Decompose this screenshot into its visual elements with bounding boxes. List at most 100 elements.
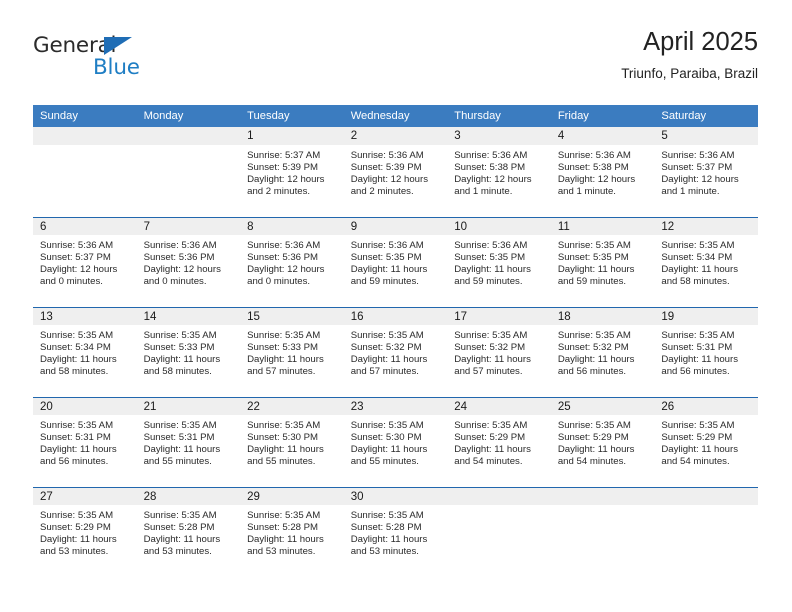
day-cell-inner xyxy=(550,487,655,577)
calendar-day-cell[interactable]: 30 Sunrise: 5:35 AM Sunset: 5:28 PM Dayligh… xyxy=(343,487,448,577)
calendar-day-cell[interactable]: 4 Sunrise: 5:36 AM Sunset: 5:38 PM Daylight… xyxy=(550,127,655,217)
sunset-time: Sunset: 5:39 PM xyxy=(350,162,422,174)
day-cell-inner: 21 Sunrise: 5:35 AM Sunset: 5:31 PM Dayligh… xyxy=(136,397,241,487)
calendar-day-cell[interactable]: 7 Sunrise: 5:36 AM Sunset: 5:36 PM Daylight… xyxy=(136,217,241,307)
calendar-day-cell[interactable]: 1 Sunrise: 5:37 AM Sunset: 5:39 PM Daylight… xyxy=(240,127,344,217)
page-header: General Blue April 2025 Triunfo, Paraiba… xyxy=(33,26,758,100)
calendar-day-cell[interactable]: 9 Sunrise: 5:36 AM Sunset: 5:35 PM Daylight… xyxy=(343,217,448,307)
day-cell-inner: 27 Sunrise: 5:35 AM Sunset: 5:29 PM Dayligh… xyxy=(33,487,137,577)
day-details: Sunrise: 5:35 AM Sunset: 5:29 PM Daylight:… xyxy=(447,415,551,468)
calendar-day-cell[interactable]: 22 Sunrise: 5:35 AM Sunset: 5:30 PM Dayligh… xyxy=(240,397,344,487)
day-cell-inner xyxy=(654,487,758,577)
calendar-day-cell[interactable]: 12 Sunrise: 5:35 AM Sunset: 5:34 PM Dayligh… xyxy=(654,217,758,307)
day-cell-inner: 7 Sunrise: 5:36 AM Sunset: 5:36 PM Daylight… xyxy=(136,217,241,307)
calendar-day-cell[interactable]: 5 Sunrise: 5:36 AM Sunset: 5:37 PM Daylight… xyxy=(654,127,758,217)
calendar-day-cell[interactable]: 14 Sunrise: 5:35 AM Sunset: 5:33 PM Dayligh… xyxy=(136,307,241,397)
calendar-day-cell[interactable]: 8 Sunrise: 5:36 AM Sunset: 5:36 PM Daylight… xyxy=(240,217,344,307)
daylight-duration-line2: and 57 minutes. xyxy=(247,366,316,378)
daylight-duration-line2: and 1 minute. xyxy=(557,186,616,198)
daylight-duration-line1: Daylight: 11 hours xyxy=(247,354,324,366)
calendar-day-cell[interactable]: 6 Sunrise: 5:36 AM Sunset: 5:37 PM Daylight… xyxy=(33,217,137,307)
calendar-day-cell[interactable]: 25 Sunrise: 5:35 AM Sunset: 5:29 PM Dayligh… xyxy=(550,397,655,487)
sunset-time: Sunset: 5:38 PM xyxy=(557,162,629,174)
sunset-time: Sunset: 5:36 PM xyxy=(143,252,215,264)
day-number: 18 xyxy=(550,307,655,325)
day-cell-inner: 2 Sunrise: 5:36 AM Sunset: 5:39 PM Daylight… xyxy=(343,127,448,217)
calendar-page: General Blue April 2025 Triunfo, Paraiba… xyxy=(0,0,792,612)
calendar-day-cell[interactable]: 19 Sunrise: 5:35 AM Sunset: 5:31 PM Dayligh… xyxy=(654,307,758,397)
calendar-day-cell[interactable]: 28 Sunrise: 5:35 AM Sunset: 5:28 PM Dayligh… xyxy=(136,487,241,577)
daylight-duration-line1: Daylight: 11 hours xyxy=(454,444,531,456)
day-number: 7 xyxy=(136,217,241,235)
daylight-duration-line1: Daylight: 12 hours xyxy=(350,174,429,186)
day-details: Sunrise: 5:35 AM Sunset: 5:33 PM Daylight:… xyxy=(137,325,241,378)
sunrise-time: Sunrise: 5:35 AM xyxy=(557,240,631,251)
page-title: April 2025 xyxy=(643,28,758,56)
day-details: Sunrise: 5:35 AM Sunset: 5:33 PM Daylight:… xyxy=(240,325,344,378)
day-number: 30 xyxy=(343,487,448,505)
weekday-header-saturday: Saturday xyxy=(654,105,758,127)
day-number: 1 xyxy=(240,127,344,145)
page-subtitle: Triunfo, Paraiba, Brazil xyxy=(621,66,758,81)
sunrise-time: Sunrise: 5:37 AM xyxy=(247,150,321,161)
day-cell-inner xyxy=(447,487,551,577)
sunrise-time: Sunrise: 5:35 AM xyxy=(557,330,631,341)
calendar-day-cell[interactable]: 15 Sunrise: 5:35 AM Sunset: 5:33 PM Dayligh… xyxy=(240,307,344,397)
sunset-time: Sunset: 5:30 PM xyxy=(350,432,422,444)
calendar-day-cell[interactable]: 27 Sunrise: 5:35 AM Sunset: 5:29 PM Dayligh… xyxy=(33,487,137,577)
sunset-time: Sunset: 5:36 PM xyxy=(247,252,319,264)
sunset-time: Sunset: 5:34 PM xyxy=(40,342,111,354)
day-number xyxy=(447,487,551,505)
daylight-duration-line1: Daylight: 11 hours xyxy=(143,444,221,456)
general-blue-logo[interactable]: General Blue xyxy=(33,33,253,93)
day-cell-inner: 4 Sunrise: 5:36 AM Sunset: 5:38 PM Daylight… xyxy=(550,127,655,217)
day-number: 13 xyxy=(33,307,137,325)
daylight-duration-line2: and 0 minutes. xyxy=(40,276,103,288)
day-cell-inner xyxy=(136,127,241,217)
sunset-time: Sunset: 5:39 PM xyxy=(247,162,319,174)
calendar-empty-cell xyxy=(550,487,655,577)
sunrise-time: Sunrise: 5:36 AM xyxy=(661,150,735,161)
day-number: 8 xyxy=(240,217,344,235)
day-cell-inner: 6 Sunrise: 5:36 AM Sunset: 5:37 PM Daylight… xyxy=(33,217,137,307)
weekday-header-wednesday: Wednesday xyxy=(343,105,448,127)
calendar-day-cell[interactable]: 21 Sunrise: 5:35 AM Sunset: 5:31 PM Dayligh… xyxy=(136,397,241,487)
daylight-duration-line1: Daylight: 11 hours xyxy=(247,534,324,546)
daylight-duration-line2: and 54 minutes. xyxy=(661,456,730,468)
calendar-day-cell[interactable]: 20 Sunrise: 5:35 AM Sunset: 5:31 PM Dayligh… xyxy=(33,397,137,487)
calendar-day-cell[interactable]: 10 Sunrise: 5:36 AM Sunset: 5:35 PM Dayligh… xyxy=(447,217,551,307)
sunrise-time: Sunrise: 5:35 AM xyxy=(40,420,114,431)
calendar-day-cell[interactable]: 29 Sunrise: 5:35 AM Sunset: 5:28 PM Dayligh… xyxy=(240,487,344,577)
day-details: Sunrise: 5:36 AM Sunset: 5:38 PM Daylight:… xyxy=(551,145,655,198)
calendar-day-cell[interactable]: 13 Sunrise: 5:35 AM Sunset: 5:34 PM Dayligh… xyxy=(33,307,137,397)
daylight-duration-line2: and 58 minutes. xyxy=(143,366,212,378)
day-details: Sunrise: 5:35 AM Sunset: 5:28 PM Daylight:… xyxy=(240,505,344,558)
day-number xyxy=(136,127,241,145)
calendar-day-cell[interactable]: 18 Sunrise: 5:35 AM Sunset: 5:32 PM Dayligh… xyxy=(550,307,655,397)
weekday-header-thursday: Thursday xyxy=(447,105,551,127)
day-number: 28 xyxy=(136,487,241,505)
calendar-day-cell[interactable]: 2 Sunrise: 5:36 AM Sunset: 5:39 PM Daylight… xyxy=(343,127,448,217)
day-details: Sunrise: 5:35 AM Sunset: 5:28 PM Daylight:… xyxy=(344,505,448,558)
calendar-empty-cell xyxy=(136,127,241,217)
daylight-duration-line2: and 59 minutes. xyxy=(454,276,523,288)
calendar-day-cell[interactable]: 16 Sunrise: 5:35 AM Sunset: 5:32 PM Dayligh… xyxy=(343,307,448,397)
calendar-day-cell[interactable]: 24 Sunrise: 5:35 AM Sunset: 5:29 PM Dayligh… xyxy=(447,397,551,487)
daylight-duration-line1: Daylight: 11 hours xyxy=(557,264,635,276)
day-details: Sunrise: 5:36 AM Sunset: 5:35 PM Daylight:… xyxy=(447,235,551,288)
calendar-day-cell[interactable]: 3 Sunrise: 5:36 AM Sunset: 5:38 PM Daylight… xyxy=(447,127,551,217)
daylight-duration-line1: Daylight: 11 hours xyxy=(143,354,221,366)
calendar-day-cell[interactable]: 17 Sunrise: 5:35 AM Sunset: 5:32 PM Dayligh… xyxy=(447,307,551,397)
day-cell-inner: 14 Sunrise: 5:35 AM Sunset: 5:33 PM Dayligh… xyxy=(136,307,241,397)
daylight-duration-line2: and 53 minutes. xyxy=(143,546,212,558)
calendar-day-cell[interactable]: 23 Sunrise: 5:35 AM Sunset: 5:30 PM Dayligh… xyxy=(343,397,448,487)
calendar-day-cell[interactable]: 11 Sunrise: 5:35 AM Sunset: 5:35 PM Dayligh… xyxy=(550,217,655,307)
daylight-duration-line1: Daylight: 11 hours xyxy=(350,264,428,276)
sunrise-time: Sunrise: 5:35 AM xyxy=(40,510,114,521)
sunrise-time: Sunrise: 5:35 AM xyxy=(350,420,424,431)
daylight-duration-line1: Daylight: 11 hours xyxy=(247,444,324,456)
day-details: Sunrise: 5:35 AM Sunset: 5:31 PM Daylight:… xyxy=(137,415,241,468)
calendar-day-cell[interactable]: 26 Sunrise: 5:35 AM Sunset: 5:29 PM Dayligh… xyxy=(654,397,758,487)
day-cell-inner: 8 Sunrise: 5:36 AM Sunset: 5:36 PM Daylight… xyxy=(240,217,344,307)
day-number: 2 xyxy=(343,127,448,145)
